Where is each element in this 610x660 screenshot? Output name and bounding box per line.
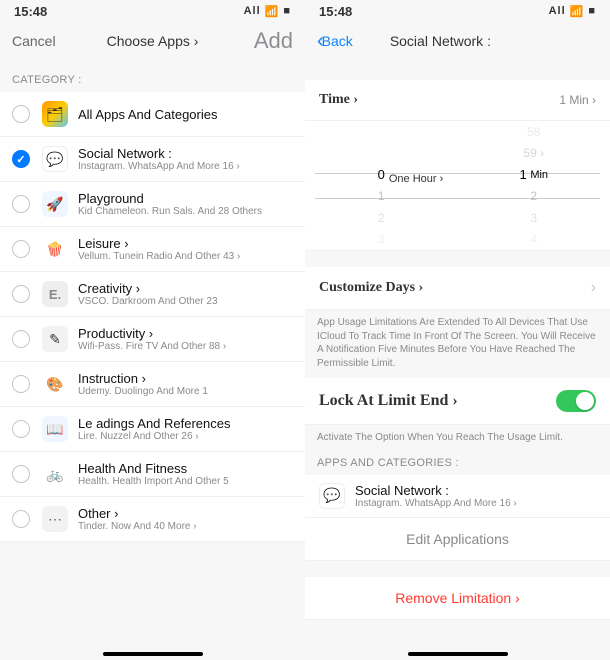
category-title: Leisure › <box>78 236 293 251</box>
category-item[interactable]: E. Creativity ›VSCO. Darkroom And Other 2… <box>0 272 305 317</box>
category-subtitle: Wifi-Pass. Fire TV And Other 88 › <box>78 341 293 352</box>
category-subtitle: Vellum. Tunein Radio And Other 43 › <box>78 251 293 262</box>
category-icon: E. <box>42 281 68 307</box>
category-item[interactable]: 🚀 PlaygroundKid Chameleon. Run Sals. And … <box>0 182 305 227</box>
battery-icon: ■ <box>283 5 291 17</box>
hour-picker-column[interactable]: 0 1 2 3 One Hour › <box>305 121 458 250</box>
nav-title: Choose Apps › <box>82 33 223 49</box>
category-subtitle: Lire. Nuzzel And Other 26 › <box>78 431 293 442</box>
nav-bar: Cancel Choose Apps › Add <box>0 22 305 60</box>
category-title: Instruction › <box>78 371 293 386</box>
category-subtitle: Tinder. Now And 40 More › <box>78 521 293 532</box>
category-icon: 🗂 <box>42 101 68 127</box>
radio-button[interactable] <box>12 150 30 168</box>
category-icon: 🎨 <box>42 371 68 397</box>
choose-apps-screen: 15:48 All 📶 ■ Cancel Choose Apps › Add C… <box>0 0 305 660</box>
category-title: Creativity › <box>78 281 293 296</box>
category-title: Productivity › <box>78 326 293 341</box>
category-item[interactable]: ⋯ Other ›Tinder. Now And 40 More › <box>0 497 305 542</box>
usage-help-text: App Usage Limitations Are Extended To Al… <box>305 310 610 378</box>
category-title: Social Network : <box>78 146 293 161</box>
status-bar: 15:48 All 📶 ■ <box>0 0 305 22</box>
radio-button[interactable] <box>12 465 30 483</box>
category-title: Other › <box>78 506 293 521</box>
selected-category-subtitle: Instagram. WhatsApp And More 16 › <box>355 498 596 509</box>
category-icon: ✎ <box>42 326 68 352</box>
time-picker[interactable]: 0 1 2 3 One Hour › 58 59 › 1 Min 2 3 4 <box>305 121 610 251</box>
minute-picker-column[interactable]: 58 59 › 1 Min 2 3 4 <box>458 121 610 250</box>
radio-button[interactable] <box>12 195 30 213</box>
category-icon: 🚲 <box>42 461 68 487</box>
category-icon: 🚀 <box>42 191 68 217</box>
radio-button[interactable] <box>12 420 30 438</box>
category-item[interactable]: 📖 Le adings And ReferencesLire. Nuzzel An… <box>0 407 305 452</box>
category-subtitle: VSCO. Darkroom And Other 23 <box>78 296 293 307</box>
radio-button[interactable] <box>12 240 30 258</box>
nav-bar: ‹ Back Social Network : <box>305 22 610 60</box>
category-subtitle: Udemy. Duolingo And More 1 <box>78 386 293 397</box>
category-subtitle: Health. Health Import And Other 5 <box>78 476 293 487</box>
status-indicators: All 📶 ■ <box>549 5 596 18</box>
category-item[interactable]: 💬 Social Network :Instagram. WhatsApp And… <box>0 137 305 182</box>
lock-help-text: Activate The Option When You Reach The U… <box>305 425 610 453</box>
category-title: Le adings And References <box>78 416 293 431</box>
battery-icon: ■ <box>588 5 596 17</box>
category-icon: ⋯ <box>42 506 68 532</box>
lock-label: Lock At Limit End › <box>319 392 458 410</box>
category-item[interactable]: 🗂 All Apps And Categories <box>0 92 305 137</box>
selected-category-title: Social Network : <box>355 483 596 498</box>
back-button[interactable]: ‹ Back <box>317 30 353 53</box>
category-title: All Apps And Categories <box>78 107 293 122</box>
category-subtitle: Kid Chameleon. Run Sals. And 28 Others <box>78 206 293 217</box>
radio-button[interactable] <box>12 330 30 348</box>
category-item[interactable]: 🎨 Instruction ›Udemy. Duolingo And More 1 <box>0 362 305 407</box>
home-indicator[interactable] <box>408 652 508 656</box>
radio-button[interactable] <box>12 105 30 123</box>
time-row[interactable]: Time › 1 Min › <box>305 80 610 121</box>
category-icon: 💬 <box>42 146 68 172</box>
customize-days-row[interactable]: Customize Days › › <box>305 267 610 310</box>
nav-title: Social Network : <box>353 33 528 49</box>
social-icon: 💬 <box>319 483 345 509</box>
status-time: 15:48 <box>14 4 47 19</box>
lock-toggle[interactable] <box>556 390 596 412</box>
add-button[interactable]: Add <box>223 28 293 54</box>
customize-days-label: Customize Days › <box>319 280 423 296</box>
category-icon: 🍿 <box>42 236 68 262</box>
radio-button[interactable] <box>12 375 30 393</box>
category-list: 🗂 All Apps And Categories 💬 Social Network … <box>0 92 305 542</box>
category-title: Playground <box>78 191 293 206</box>
cancel-button[interactable]: Cancel <box>12 33 82 49</box>
edit-applications-button[interactable]: Edit Applications <box>305 518 610 561</box>
selected-category-row[interactable]: 💬 Social Network : Instagram. WhatsApp A… <box>305 475 610 518</box>
hour-label: One Hour › <box>389 173 443 185</box>
category-title: Health And Fitness <box>78 461 293 476</box>
home-indicator[interactable] <box>103 652 203 656</box>
category-item[interactable]: 🍿 Leisure ›Vellum. Tunein Radio And Other… <box>0 227 305 272</box>
wifi-icon: 📶 <box>265 5 280 18</box>
category-header: CATEGORY : <box>0 60 305 92</box>
remove-limitation-button[interactable]: Remove Limitation › <box>305 577 610 620</box>
status-bar: 15:48 All 📶 ■ <box>305 0 610 22</box>
time-label: Time › <box>319 92 358 108</box>
category-item[interactable]: 🚲 Health And FitnessHealth. Health Import… <box>0 452 305 497</box>
status-indicators: All 📶 ■ <box>244 5 291 18</box>
status-time: 15:48 <box>319 4 352 19</box>
chevron-right-icon: › <box>591 279 596 297</box>
wifi-icon: 📶 <box>570 5 585 18</box>
limit-detail-screen: 15:48 All 📶 ■ ‹ Back Social Network : Ti… <box>305 0 610 660</box>
time-value: 1 Min › <box>559 93 596 107</box>
radio-button[interactable] <box>12 285 30 303</box>
radio-button[interactable] <box>12 510 30 528</box>
apps-categories-header: APPS AND CATEGORIES : <box>305 453 610 475</box>
lock-at-limit-row: Lock At Limit End › <box>305 378 610 425</box>
category-item[interactable]: ✎ Productivity ›Wifi-Pass. Fire TV And Ot… <box>0 317 305 362</box>
category-icon: 📖 <box>42 416 68 442</box>
category-subtitle: Instagram. WhatsApp And More 16 › <box>78 161 293 172</box>
